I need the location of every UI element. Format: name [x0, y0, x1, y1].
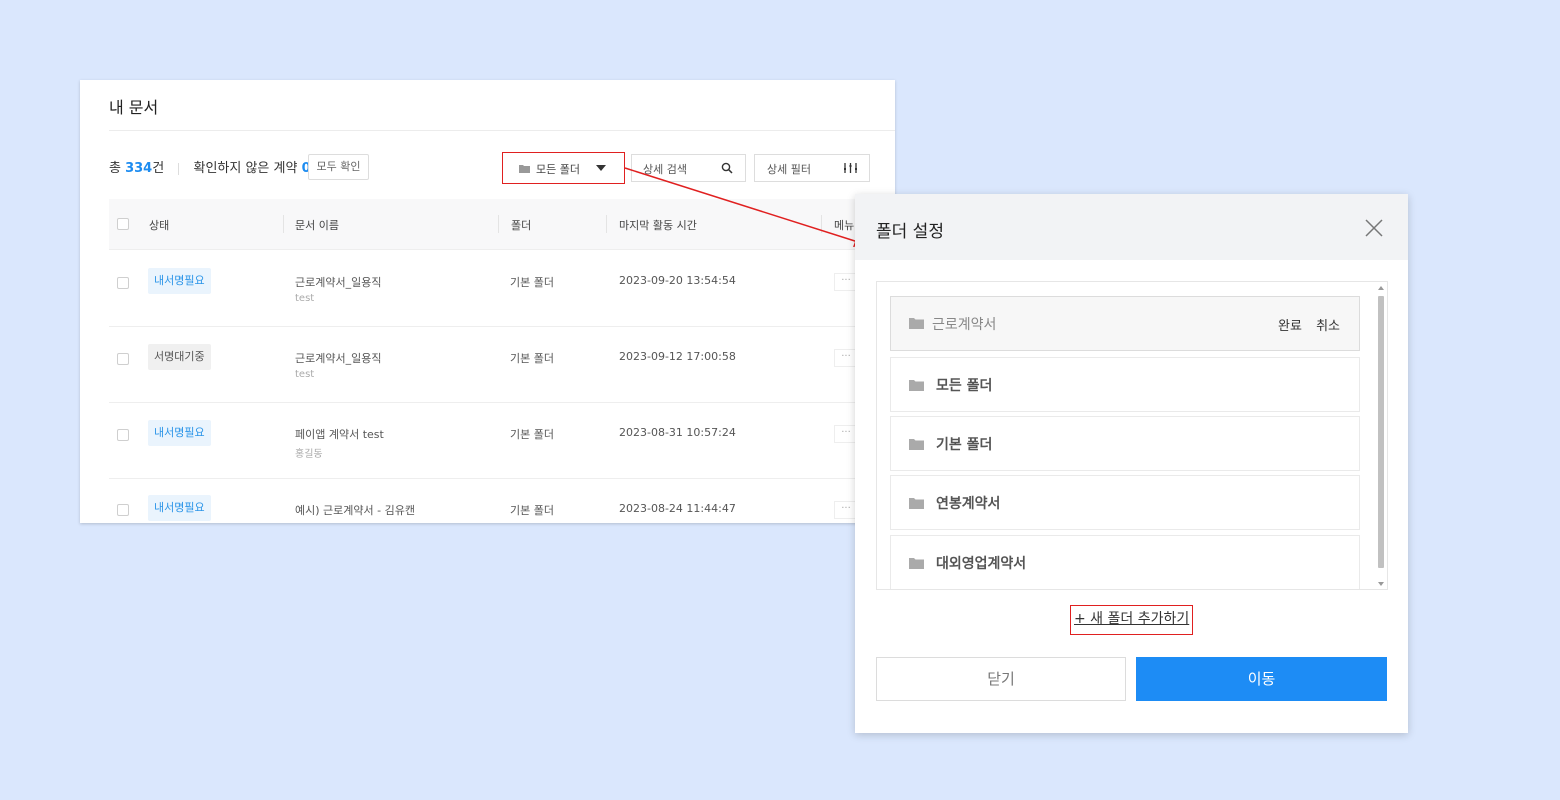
document-folder: 기본 폴더 — [510, 504, 554, 517]
status-badge: 내서명필요 — [148, 495, 211, 521]
scroll-down-icon[interactable] — [1378, 582, 1384, 586]
document-sub: test — [295, 293, 315, 304]
column-folder[interactable]: 폴더 — [511, 217, 531, 233]
close-icon[interactable] — [1364, 218, 1384, 238]
folder-icon — [909, 439, 924, 450]
column-separator — [821, 215, 822, 233]
folder-list[interactable]: 근로계약서 완료 취소 모든 폴더 기본 폴더 연봉계약서 대외영업계약서 — [876, 281, 1388, 590]
detail-filter-button[interactable]: 상세 필터 — [754, 154, 870, 182]
document-summary: 총 334건 확인하지 않은 계약 0건 — [109, 157, 323, 176]
page-title: 내 문서 — [109, 98, 159, 117]
folder-name: 기본 폴더 — [936, 437, 993, 453]
folder-name: 연봉계약서 — [936, 496, 1001, 512]
folder-name: 모든 폴더 — [936, 378, 993, 394]
status-badge: 서명대기중 — [148, 344, 211, 370]
folder-select-label: 모든 폴더 — [536, 163, 580, 176]
summary-separator — [178, 162, 180, 175]
document-folder: 기본 폴더 — [510, 352, 554, 365]
total-suffix: 건 — [152, 161, 165, 176]
confirm-edit-button[interactable]: 완료 — [1278, 319, 1302, 334]
search-label: 상세 검색 — [643, 163, 687, 176]
detail-search-button[interactable]: 상세 검색 — [631, 154, 746, 182]
column-separator — [606, 215, 607, 233]
dropdown-caret-icon — [596, 165, 606, 171]
select-all-checkbox[interactable] — [117, 218, 129, 230]
folder-icon — [909, 380, 924, 391]
add-new-folder-link[interactable]: + 새 폴더 추가하기 — [1070, 605, 1194, 635]
row-checkbox[interactable] — [117, 504, 129, 516]
column-last-activity[interactable]: 마지막 활동 시간 — [619, 217, 697, 233]
table-row[interactable]: 내서명필요 예시) 근로계약서 - 김유캔 기본 폴더 2023-08-24 1… — [109, 479, 895, 523]
column-separator — [498, 215, 499, 233]
document-name[interactable]: 페이앱 계약서 test — [295, 426, 384, 442]
column-document-name[interactable]: 문서 이름 — [295, 217, 339, 233]
cancel-edit-button[interactable]: 취소 — [1316, 319, 1340, 334]
folder-icon — [909, 498, 924, 509]
search-icon — [721, 162, 733, 174]
move-button[interactable]: 이동 — [1136, 657, 1387, 701]
column-separator — [283, 215, 284, 233]
document-sub: test — [295, 369, 315, 380]
status-badge: 내서명필요 — [148, 420, 211, 446]
dialog-title: 폴더 설정 — [876, 222, 944, 242]
total-prefix: 총 — [109, 161, 126, 176]
row-checkbox[interactable] — [117, 353, 129, 365]
document-list-panel: 내 문서 총 334건 확인하지 않은 계약 0건 모두 확인 모든 폴더 상세… — [80, 80, 895, 523]
close-button[interactable]: 닫기 — [876, 657, 1126, 701]
table-header: 상태 문서 이름 폴더 마지막 활동 시간 메뉴 — [109, 199, 895, 250]
filter-icon — [844, 163, 857, 173]
last-activity-time: 2023-08-24 11:44:47 — [619, 502, 736, 515]
status-badge: 내서명필요 — [148, 268, 211, 294]
document-name[interactable]: 예시) 근로계약서 - 김유캔 — [295, 502, 415, 518]
document-folder: 기본 폴더 — [510, 276, 554, 289]
unconfirmed-prefix: 확인하지 않은 계약 — [193, 161, 302, 176]
folder-settings-dialog: 폴더 설정 근로계약서 완료 취소 모든 폴더 기본 폴더 연봉계약서 대외영업… — [855, 194, 1408, 733]
total-count: 334 — [125, 161, 153, 176]
folder-name-input[interactable]: 근로계약서 — [932, 314, 996, 334]
column-menu: 메뉴 — [834, 219, 855, 232]
document-name[interactable]: 근로계약서_일용직 — [295, 274, 381, 290]
folder-item[interactable]: 대외영업계약서 — [890, 535, 1360, 589]
last-activity-time: 2023-08-31 10:57:24 — [619, 426, 736, 439]
last-activity-time: 2023-09-12 17:00:58 — [619, 350, 736, 363]
last-activity-time: 2023-09-20 13:54:54 — [619, 274, 736, 287]
title-divider — [109, 130, 895, 131]
row-checkbox[interactable] — [117, 277, 129, 289]
document-sub: 홍길동 — [295, 449, 323, 460]
folder-name: 대외영업계약서 — [936, 556, 1027, 572]
folder-icon — [519, 165, 530, 173]
folder-item[interactable]: 연봉계약서 — [890, 475, 1360, 530]
table-row[interactable]: 내서명필요 근로계약서_일용직 test 기본 폴더 2023-09-20 13… — [109, 251, 895, 327]
folder-item[interactable]: 모든 폴더 — [890, 357, 1360, 412]
table-row[interactable]: 서명대기중 근로계약서_일용직 test 기본 폴더 2023-09-12 17… — [109, 327, 895, 403]
document-folder: 기본 폴더 — [510, 428, 554, 441]
table-row[interactable]: 내서명필요 페이앱 계약서 test 홍길동 기본 폴더 2023-08-31 … — [109, 403, 895, 479]
scrollbar-thumb[interactable] — [1378, 296, 1384, 568]
column-status[interactable]: 상태 — [149, 217, 169, 233]
document-name[interactable]: 근로계약서_일용직 — [295, 350, 381, 366]
folder-select-dropdown[interactable]: 모든 폴더 — [502, 152, 625, 184]
confirm-all-button[interactable]: 모두 확인 — [308, 154, 369, 180]
edit-actions: 완료 취소 — [1268, 315, 1340, 334]
dialog-header: 폴더 설정 — [855, 194, 1408, 260]
row-checkbox[interactable] — [117, 429, 129, 441]
folder-item-editing[interactable]: 근로계약서 완료 취소 — [890, 296, 1360, 351]
folder-icon — [909, 558, 924, 569]
folder-item[interactable]: 기본 폴더 — [890, 416, 1360, 471]
scroll-up-icon[interactable] — [1378, 286, 1384, 290]
filter-label: 상세 필터 — [767, 163, 811, 176]
folder-icon — [909, 318, 924, 329]
folder-list-scrollbar[interactable] — [1377, 286, 1385, 586]
